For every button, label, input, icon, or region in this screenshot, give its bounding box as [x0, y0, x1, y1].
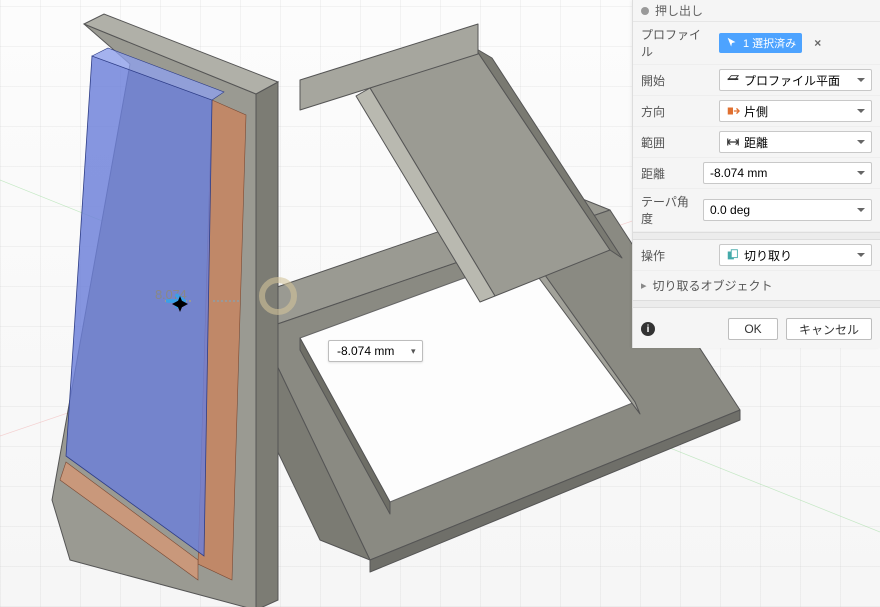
panel-title: 押し出し — [633, 0, 880, 22]
label-start: 開始 — [641, 72, 711, 89]
profile-selection-chip[interactable]: 1 選択済み — [719, 33, 802, 53]
plane-icon — [726, 73, 740, 87]
extrude-properties-panel: 押し出し プロファイル 1 選択済み × 開始 プロファイル平面 方向 片側 — [632, 0, 880, 348]
row-direction: 方向 片側 — [633, 96, 880, 127]
start-select[interactable]: プロファイル平面 — [719, 69, 872, 91]
extrude-manipulator[interactable] — [165, 290, 239, 312]
row-profile: プロファイル 1 選択済み × — [633, 22, 880, 65]
floating-distance-input[interactable]: ▾ — [328, 340, 423, 362]
distance-input[interactable] — [710, 166, 865, 180]
label-extent: 範囲 — [641, 134, 711, 151]
row-start: 開始 プロファイル平面 — [633, 65, 880, 96]
direction-select[interactable]: 片側 — [719, 100, 872, 122]
row-distance: 距離 — [633, 158, 880, 189]
panel-separator-2 — [633, 300, 880, 308]
floating-distance-field[interactable] — [337, 344, 405, 358]
cut-icon — [726, 248, 740, 262]
label-profile: プロファイル — [641, 26, 711, 60]
distance-field-wrap[interactable] — [703, 162, 872, 184]
arrow-icon — [191, 290, 213, 312]
extent-select[interactable]: 距離 — [719, 131, 872, 153]
label-direction: 方向 — [641, 103, 711, 120]
operation-select[interactable]: 切り取り — [719, 244, 872, 266]
cancel-button[interactable]: キャンセル — [786, 318, 872, 340]
panel-footer: i OK キャンセル — [633, 308, 880, 348]
info-icon[interactable]: i — [641, 322, 655, 336]
cut-objects-expander[interactable]: 切り取るオブジェクト — [633, 271, 880, 300]
taper-field-wrap[interactable] — [703, 199, 872, 221]
row-operation: 操作 切り取り — [633, 240, 880, 271]
ok-button[interactable]: OK — [728, 318, 778, 340]
row-taper: テーパ角度 — [633, 189, 880, 232]
label-distance: 距離 — [641, 165, 695, 182]
panel-separator — [633, 232, 880, 240]
label-taper: テーパ角度 — [641, 193, 695, 227]
clear-selection-button[interactable]: × — [810, 36, 825, 50]
cursor-icon — [725, 36, 739, 50]
row-extent: 範囲 距離 — [633, 127, 880, 158]
label-operation: 操作 — [641, 247, 711, 264]
one-side-icon — [726, 104, 740, 118]
back-wedge — [300, 24, 622, 302]
chevron-down-icon[interactable]: ▾ — [411, 346, 416, 357]
distance-icon — [726, 135, 740, 149]
taper-input[interactable] — [710, 203, 865, 217]
